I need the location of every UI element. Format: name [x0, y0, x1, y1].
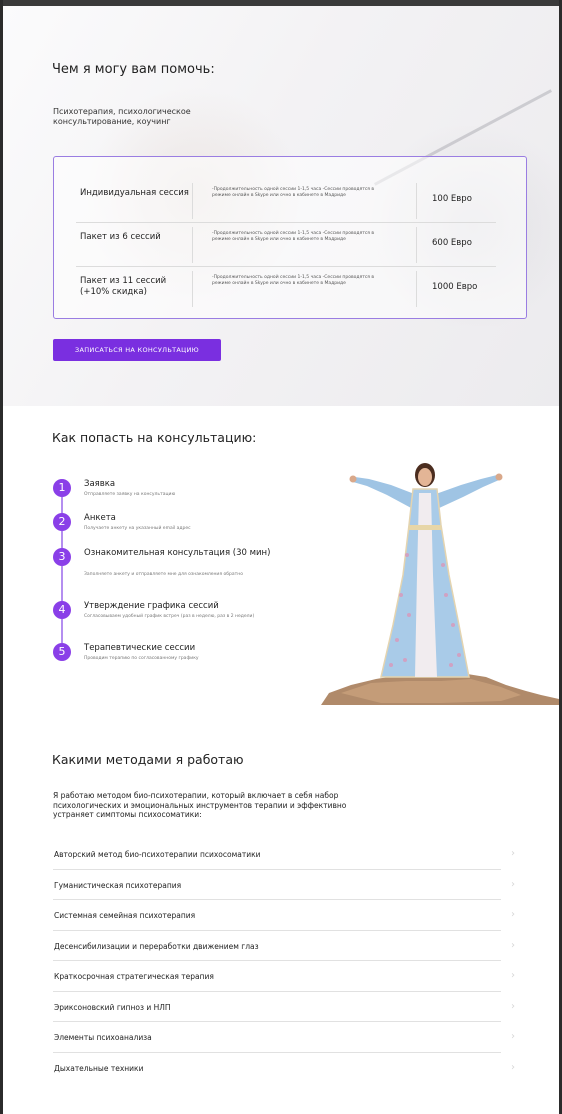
package-description: -Продолжительность одной сессии 1-1,5 ча… — [212, 231, 375, 242]
therapist-illustration — [321, 463, 559, 705]
method-item[interactable]: Дыхательные техники › — [53, 1053, 515, 1084]
method-label: Дыхательные техники — [54, 1063, 144, 1073]
step-title: Терапевтические сессии — [84, 643, 196, 653]
method-item[interactable]: Гуманистическая психотерапия › — [53, 870, 515, 900]
method-label: Авторский метод био-психотерапии психосо… — [54, 850, 261, 859]
methods-title: Какими методами я работаю — [52, 752, 244, 767]
package-description: -Продолжительность одной сессии 1-1,5 ча… — [212, 275, 375, 286]
step-description: Согласовываем удобный график встреч (раз… — [84, 614, 255, 619]
step-connector — [61, 619, 63, 643]
pricing-row: Пакет из 6 сессий -Продолжительность одн… — [76, 223, 496, 267]
package-price: 600 Евро — [432, 238, 472, 248]
package-name: Пакет из 6 сессий — [80, 232, 161, 242]
package-name: Пакет из 11 сессий (+10% скидка) — [80, 276, 167, 297]
chevron-right-icon: › — [511, 1061, 515, 1073]
chevron-right-icon: › — [511, 878, 515, 890]
step-number: 3 — [53, 548, 71, 566]
method-item[interactable]: Эриксоновский гипноз и НЛП › — [53, 992, 515, 1022]
method-label: Краткосрочная стратегическая терапия — [54, 972, 214, 981]
step-description: Получаете анкету на указанный email адре… — [84, 526, 191, 531]
pricing-table: Индивидуальная сессия -Продолжительность… — [53, 156, 527, 319]
step-connector — [61, 566, 63, 603]
step-number: 5 — [53, 643, 71, 661]
book-consultation-button[interactable]: ЗАПИСАТЬСЯ НА КОНСУЛЬТАЦИЮ — [53, 339, 221, 361]
step-number: 4 — [53, 601, 71, 619]
therapist-photo — [321, 455, 559, 705]
step-description: Заполняете анкету и отправляете мне для … — [84, 572, 243, 577]
method-item[interactable]: Краткосрочная стратегическая терапия › — [53, 961, 515, 992]
method-label: Гуманистическая психотерапия — [54, 880, 182, 890]
method-label: Системная семейная психотерапия — [54, 911, 196, 920]
step-number: 1 — [53, 479, 71, 497]
package-description: -Продолжительность одной сессии 1-1,5 ча… — [212, 187, 375, 198]
step-description: Отправляете заявку на консультацию — [84, 492, 176, 497]
method-item[interactable]: Элементы психоанализа › — [53, 1022, 515, 1053]
pricing-row: Индивидуальная сессия -Продолжительность… — [76, 179, 496, 223]
step-number: 2 — [53, 513, 71, 531]
method-item[interactable]: Авторский метод био-психотерапии психосо… — [53, 839, 515, 870]
package-price: 100 Евро — [432, 194, 472, 204]
step-title: Ознакомительная консультация (30 мин) — [84, 548, 271, 558]
chevron-right-icon: › — [511, 848, 515, 859]
method-item[interactable]: Системная семейная психотерапия › — [53, 900, 515, 931]
column-divider — [192, 271, 193, 307]
step-connector — [61, 531, 63, 549]
page: Чем я могу вам помочь: Психотерапия, пси… — [3, 0, 559, 1114]
method-item[interactable]: Десенсибилизации и переработки движением… — [53, 931, 515, 961]
chevron-right-icon: › — [511, 970, 515, 981]
step-connector — [61, 497, 63, 514]
method-label: Эриксоновский гипноз и НЛП — [54, 1002, 171, 1012]
step-title: Анкета — [84, 513, 116, 523]
methods-intro: Я работаю методом био-психотерапии, кото… — [53, 791, 347, 819]
step-description: Проводим терапию по согласованному графи… — [84, 656, 199, 661]
column-divider — [416, 227, 417, 263]
package-price: 1000 Евро — [432, 282, 478, 292]
column-divider — [192, 183, 193, 219]
chevron-right-icon: › — [511, 1000, 515, 1012]
column-divider — [416, 183, 417, 219]
hero-section: Чем я могу вам помочь: Психотерапия, пси… — [3, 6, 559, 406]
help-title: Чем я могу вам помочь: — [52, 62, 215, 77]
chevron-right-icon: › — [511, 1031, 515, 1042]
help-subtitle: Психотерапия, психологическое консультир… — [53, 107, 191, 126]
method-label: Десенсибилизации и переработки движением… — [54, 941, 259, 951]
steps-title: Как попасть на консультацию: — [52, 430, 257, 445]
step-title: Заявка — [84, 479, 116, 489]
package-name: Индивидуальная сессия — [80, 188, 189, 198]
chevron-right-icon: › — [511, 909, 515, 920]
column-divider — [192, 227, 193, 263]
column-divider — [416, 271, 417, 307]
step-title: Утверждение графика сессий — [84, 601, 219, 611]
pricing-row: Пакет из 11 сессий (+10% скидка) -Продол… — [76, 267, 496, 311]
chevron-right-icon: › — [511, 939, 515, 951]
method-label: Элементы психоанализа — [54, 1033, 152, 1042]
methods-list: Авторский метод био-психотерапии психосо… — [53, 839, 515, 1084]
